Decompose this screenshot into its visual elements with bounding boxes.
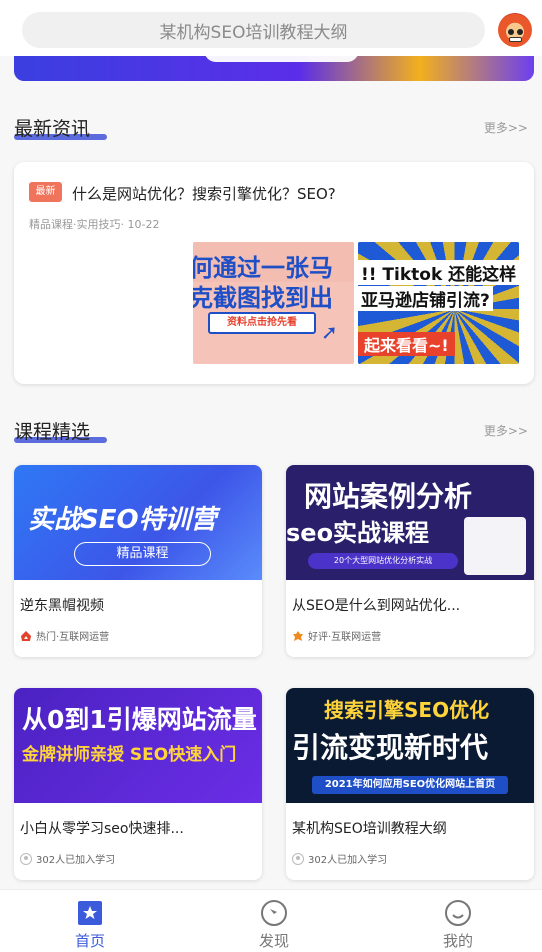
course-section-title: 课程精选: [14, 417, 107, 444]
cover-text: 实战SEO特训营: [28, 505, 217, 535]
cover-caption: 2021年如何应用SEO优化网站上首页: [312, 776, 508, 794]
course-cover: 网站案例分析 seo实战课程 20个大型网站优化分析实战: [286, 465, 534, 580]
tab-mine[interactable]: 我的: [398, 890, 518, 952]
image-text: !! Tiktok 还能这样: [358, 260, 519, 285]
cover-illustration: [464, 517, 526, 575]
course-meta: 好评·互联网运营: [292, 628, 381, 643]
cover-pill: 精品课程: [74, 542, 211, 566]
news-more-link[interactable]: 更多>>: [484, 119, 528, 136]
cover-text: 从0到1引爆网站流量: [22, 705, 257, 734]
compass-icon: [261, 900, 287, 926]
course-meta: 302人已加入学习: [292, 851, 387, 866]
user-icon: [20, 852, 32, 865]
course-meta: 热门·互联网运营: [20, 628, 109, 643]
course-card[interactable]: 搜索引擎SEO优化 引流变现新时代 2021年如何应用SEO优化网站上首页 某机…: [286, 688, 534, 880]
cover-text: seo实战课程: [286, 519, 430, 547]
news-meta: 精品课程·实用技巧· 10-22: [29, 218, 160, 231]
bottom-tab-bar: 首页 发现 我的: [0, 889, 542, 952]
course-more-link[interactable]: 更多>>: [484, 422, 528, 439]
smile-icon: [445, 900, 471, 926]
tab-label: 发现: [258, 932, 289, 950]
course-name: 从SEO是什么到网站优化...: [292, 598, 461, 614]
course-cover: 从0到1引爆网站流量 金牌讲师亲授 SEO快速入门: [14, 688, 262, 803]
avatar-mouth: [509, 37, 522, 42]
course-cover: 实战SEO特训营 精品课程: [14, 465, 262, 580]
image-text: 亚马逊店铺引流?: [358, 286, 493, 311]
cover-text: 网站案例分析: [304, 480, 473, 513]
cover-text: 搜索引擎SEO优化: [324, 698, 490, 722]
avatar[interactable]: [498, 13, 532, 47]
course-name: 逆东黑帽视频: [20, 598, 104, 614]
news-image-3[interactable]: !! Tiktok 还能这样 亚马逊店铺引流? 起来看看~!: [358, 242, 519, 364]
user-icon: [292, 852, 304, 865]
cursor-icon: ➚: [321, 320, 338, 344]
course-meta: 302人已加入学习: [20, 851, 115, 866]
avatar-eye: [508, 29, 514, 35]
news-tag-badge: 最新: [29, 182, 62, 202]
image-text: 起来看看~!: [358, 332, 455, 356]
home-bookmark-icon: [78, 901, 102, 925]
news-card[interactable]: 最新 什么是网站优化？搜索引擎优化？SEO? 精品课程·实用技巧· 10-22 …: [14, 162, 534, 384]
search-input[interactable]: 某机构SEO培训教程大纲: [22, 12, 485, 48]
cover-text: 引流变现新时代: [292, 731, 489, 764]
news-section-title: 最新资讯: [14, 114, 107, 141]
header: 某机构SEO培训教程大纲: [0, 0, 542, 56]
news-title[interactable]: 什么是网站优化？搜索引擎优化？SEO?: [72, 183, 336, 204]
avatar-eye: [517, 29, 523, 35]
course-card[interactable]: 网站案例分析 seo实战课程 20个大型网站优化分析实战 从SEO是什么到网站优…: [286, 465, 534, 657]
image-button: 资料点击抢先看: [208, 312, 316, 334]
image-text: 克截图找到出: [193, 284, 333, 312]
news-image-2[interactable]: 何通过一张马 克截图找到出 资料点击抢先看 ➚: [193, 242, 354, 364]
fire-icon: [21, 630, 31, 641]
news-image-1[interactable]: [29, 242, 204, 364]
course-name: 小白从零学习seo快速排...: [20, 821, 184, 837]
course-card[interactable]: 实战SEO特训营 精品课程 逆东黑帽视频 热门·互联网运营: [14, 465, 262, 657]
tab-home[interactable]: 首页: [30, 890, 150, 952]
tab-discover[interactable]: 发现: [214, 890, 334, 952]
thumb-icon: [293, 630, 303, 641]
cover-caption: 20个大型网站优化分析实战: [308, 553, 458, 569]
tab-label: 我的: [442, 932, 473, 950]
course-cover: 搜索引擎SEO优化 引流变现新时代 2021年如何应用SEO优化网站上首页: [286, 688, 534, 803]
cover-text: 金牌讲师亲授 SEO快速入门: [22, 745, 237, 765]
tab-label: 首页: [74, 932, 105, 950]
course-card[interactable]: 从0到1引爆网站流量 金牌讲师亲授 SEO快速入门 小白从零学习seo快速排..…: [14, 688, 262, 880]
course-name: 某机构SEO培训教程大纲: [292, 821, 447, 837]
